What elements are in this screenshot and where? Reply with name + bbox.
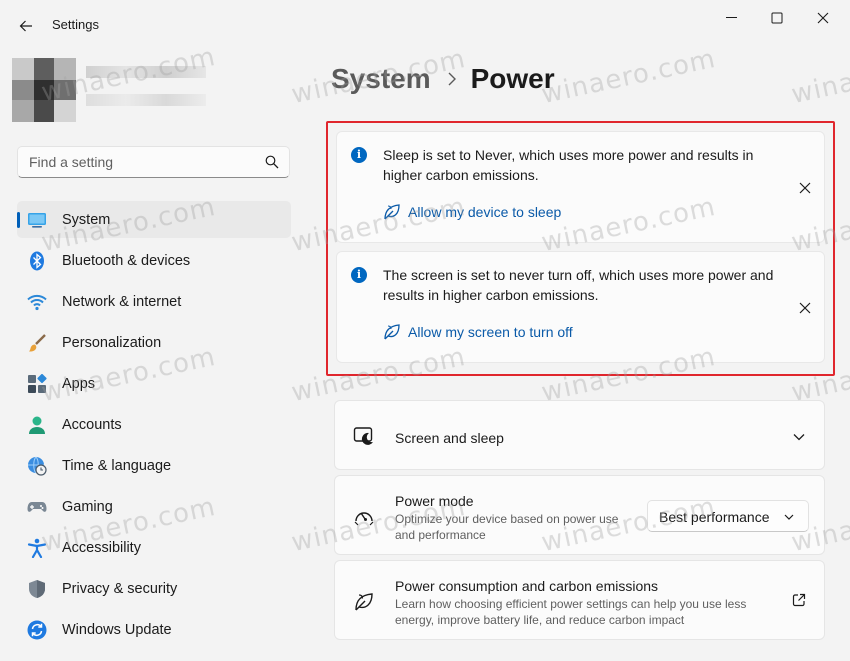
watermark: winaero.com bbox=[788, 43, 850, 111]
sidebar-item-privacy[interactable]: Privacy & security bbox=[17, 570, 291, 607]
search-icon bbox=[265, 155, 279, 169]
wifi-icon bbox=[27, 294, 47, 311]
screen-sleep-icon bbox=[353, 427, 373, 445]
search-box[interactable] bbox=[17, 146, 290, 178]
sidebar-item-gaming[interactable]: Gaming bbox=[17, 488, 291, 525]
shield-icon bbox=[29, 580, 45, 598]
sidebar-item-accessibility[interactable]: Accessibility bbox=[17, 529, 291, 566]
person-icon bbox=[29, 416, 45, 434]
chevron-down-icon[interactable] bbox=[792, 430, 806, 444]
card-description: Optimize your device based on power use … bbox=[395, 512, 619, 542]
maximize-button[interactable] bbox=[754, 4, 800, 32]
maximize-icon bbox=[771, 12, 783, 24]
search-input[interactable] bbox=[29, 147, 259, 177]
card-title: Screen and sleep bbox=[395, 430, 504, 446]
back-arrow-icon bbox=[19, 20, 32, 32]
dropdown-value: Best performance bbox=[659, 509, 770, 525]
settings-window: Settings Find a setting System Bluetooth… bbox=[0, 0, 850, 661]
screen-sleep-card[interactable]: Screen and sleep bbox=[334, 400, 825, 470]
power-consumption-card[interactable]: Power consumption and carbon emissions L… bbox=[334, 560, 825, 640]
profile-email-blur bbox=[86, 94, 206, 106]
profile-name-blur bbox=[86, 66, 206, 78]
sidebar-item-label: Gaming bbox=[62, 498, 113, 515]
breadcrumb-parent[interactable]: System bbox=[331, 63, 431, 95]
update-icon bbox=[27, 620, 47, 640]
chevron-right-icon bbox=[448, 72, 456, 86]
card-title: Power consumption and carbon emissions bbox=[395, 578, 659, 594]
sidebar-item-label: Accounts bbox=[62, 416, 122, 433]
apps-icon bbox=[28, 374, 47, 393]
sidebar-item-label: Privacy & security bbox=[62, 580, 178, 597]
highlight-annotation bbox=[326, 121, 835, 376]
close-icon bbox=[817, 12, 829, 24]
avatar bbox=[12, 58, 76, 122]
bluetooth-icon bbox=[30, 251, 44, 271]
sidebar-item-label: Apps bbox=[62, 375, 96, 392]
sidebar-item-label: Personalization bbox=[62, 334, 162, 351]
power-mode-card: Power mode Optimize your device based on… bbox=[334, 475, 825, 555]
breadcrumb: System Power bbox=[331, 59, 555, 99]
sidebar-item-label: Bluetooth & devices bbox=[62, 252, 191, 269]
sidebar-item-accounts[interactable]: Accounts bbox=[17, 406, 291, 443]
title-bar: Settings bbox=[0, 0, 850, 44]
globe-clock-icon bbox=[28, 456, 47, 476]
page-title: Power bbox=[470, 63, 555, 94]
card-description: Learn how choosing efficient power setti… bbox=[395, 597, 747, 627]
sidebar-item-system[interactable]: System bbox=[17, 201, 291, 238]
sidebar-item-windows-update[interactable]: Windows Update bbox=[17, 611, 291, 648]
close-window-button[interactable] bbox=[800, 4, 846, 32]
accessibility-icon bbox=[27, 538, 47, 558]
card-title: Power mode bbox=[395, 493, 474, 509]
app-title: Settings bbox=[52, 17, 99, 32]
sidebar-item-label: Accessibility bbox=[62, 539, 141, 556]
sidebar-item-label: System bbox=[62, 211, 111, 228]
sidebar-item-label: Network & internet bbox=[62, 293, 182, 310]
power-mode-icon bbox=[354, 512, 374, 526]
sidebar-item-network[interactable]: Network & internet bbox=[17, 283, 291, 320]
watermark: winaero.com bbox=[538, 43, 719, 111]
sidebar-item-label: Windows Update bbox=[62, 621, 172, 638]
sidebar-item-apps[interactable]: Apps bbox=[17, 365, 291, 402]
gamepad-icon bbox=[27, 502, 47, 512]
chevron-down-icon bbox=[784, 514, 794, 520]
minimize-button[interactable] bbox=[708, 4, 754, 32]
user-profile[interactable] bbox=[12, 58, 212, 124]
leaf-icon bbox=[355, 593, 373, 611]
monitor-icon bbox=[28, 213, 46, 228]
sidebar-item-time-language[interactable]: Time & language bbox=[17, 447, 291, 484]
sidebar-nav: System Bluetooth & devices Network & int… bbox=[17, 201, 291, 652]
sidebar-item-bluetooth[interactable]: Bluetooth & devices bbox=[17, 242, 291, 279]
brush-icon bbox=[29, 334, 46, 352]
sidebar-item-label: Time & language bbox=[62, 457, 172, 474]
power-mode-dropdown[interactable]: Best performance bbox=[647, 500, 809, 532]
external-link-icon[interactable] bbox=[792, 593, 806, 607]
sidebar-item-personalization[interactable]: Personalization bbox=[17, 324, 291, 361]
back-button[interactable] bbox=[12, 12, 40, 40]
minimize-icon bbox=[725, 17, 737, 18]
